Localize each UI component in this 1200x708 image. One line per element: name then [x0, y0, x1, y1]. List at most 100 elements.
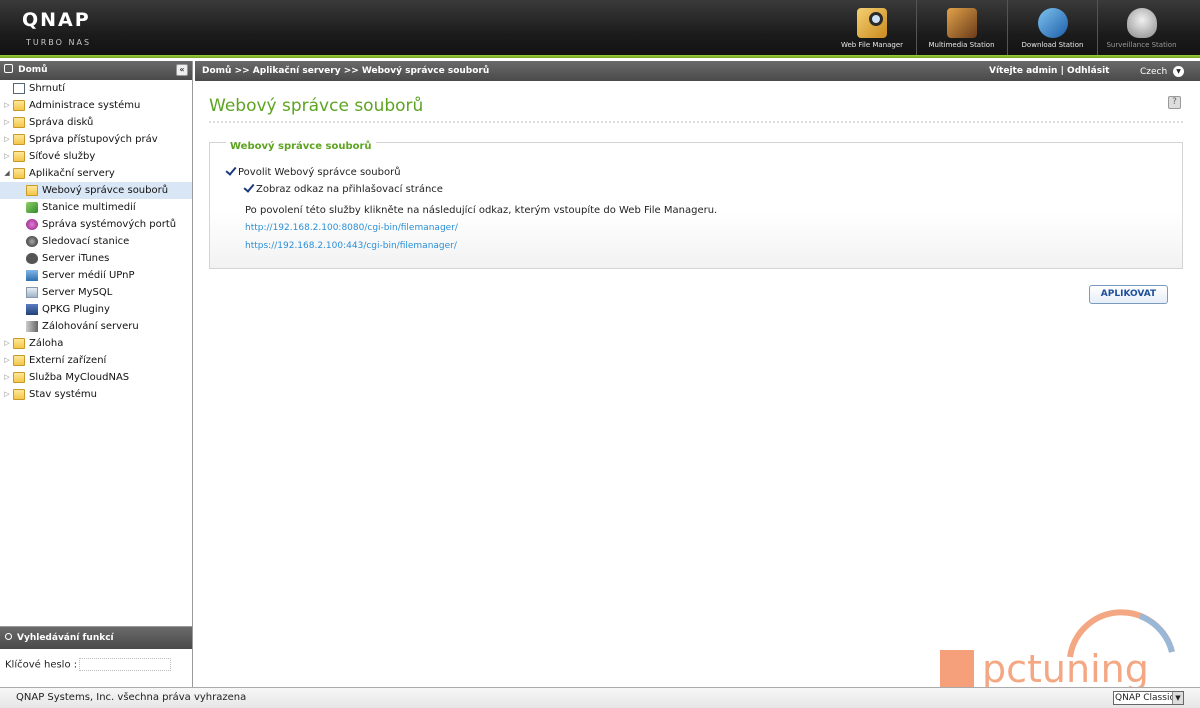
folder-open-icon — [13, 168, 25, 179]
sidebar-item-sitove-sluzby[interactable]: ▷ Síťové služby — [0, 148, 192, 165]
checkmark-icon — [226, 166, 236, 176]
theme-select[interactable]: QNAP Classic ▼ — [1113, 691, 1184, 705]
web-file-manager-button[interactable]: Web File Manager — [836, 0, 908, 55]
sidebar-item-qpkg[interactable]: QPKG Pluginy — [0, 301, 192, 318]
download-station-label: Download Station — [1021, 41, 1084, 49]
sidebar-item-label: QPKG Pluginy — [42, 304, 110, 315]
surveillance-station-button[interactable]: Surveillance Station — [1097, 0, 1185, 55]
http-link[interactable]: http://192.168.2.100:8080/cgi-bin/filema… — [245, 223, 458, 233]
settings-fieldset: Webový správce souborů Povolit Webový sp… — [209, 141, 1183, 269]
sidebar-title: Domů — [18, 65, 48, 75]
sidebar-item-label: Externí zařízení — [29, 355, 107, 366]
sidebar-item-label: Správa přístupových práv — [29, 134, 158, 145]
folder-icon — [13, 134, 25, 145]
backup-server-icon — [26, 321, 38, 332]
download-station-button[interactable]: Download Station — [1007, 0, 1097, 55]
search-icon — [5, 633, 12, 640]
qpkg-icon — [26, 304, 38, 315]
theme-select-value: QNAP Classic — [1115, 693, 1175, 703]
upnp-icon — [26, 270, 38, 281]
breadcrumb[interactable]: Domů >> Aplikační servery >> Webový sprá… — [202, 61, 489, 81]
expand-arrow-icon[interactable]: ▷ — [2, 369, 12, 386]
qnap-logo: QNAP — [22, 9, 91, 31]
title-divider — [209, 121, 1183, 123]
web-file-manager-label: Web File Manager — [840, 41, 904, 49]
sidebar-item-itunes[interactable]: Server iTunes — [0, 250, 192, 267]
apply-button[interactable]: APLIKOVAT — [1089, 285, 1168, 304]
function-search-header: Vyhledávání funkcí — [0, 627, 192, 649]
folder-icon — [13, 389, 25, 400]
language-dropdown-icon[interactable]: ▼ — [1173, 66, 1184, 77]
welcome-separator: | — [1060, 66, 1064, 76]
sidebar-item-summary[interactable]: Shrnutí — [0, 80, 192, 97]
pctuning-watermark: pctuning — [940, 609, 1175, 687]
sidebar-item-upnp[interactable]: Server médií UPnP — [0, 267, 192, 284]
folder-icon — [13, 355, 25, 366]
sidebar-item-label: Sledovací stanice — [42, 236, 130, 247]
sidebar-item-label: Síťové služby — [29, 151, 96, 162]
sidebar-item-administrace[interactable]: ▷ Administrace systému — [0, 97, 192, 114]
sidebar-item-mysql[interactable]: Server MySQL — [0, 284, 192, 301]
enable-label: Povolit Webový správce souborů — [238, 167, 401, 178]
page-title: Webový správce souborů — [209, 96, 424, 116]
keyword-search-input[interactable] — [79, 658, 172, 671]
sidebar-item-label: Stanice multimedií — [42, 202, 136, 213]
logout-link[interactable]: Odhlásit — [1067, 66, 1109, 76]
web-file-manager-icon — [857, 8, 887, 38]
expand-arrow-icon[interactable]: ▷ — [2, 97, 12, 114]
multimedia-station-button[interactable]: Multimedia Station — [916, 0, 1006, 55]
expand-arrow-icon[interactable]: ▷ — [2, 335, 12, 352]
sidebar-item-stav-systemu[interactable]: ▷ Stav systému — [0, 386, 192, 403]
sidebar-item-label: Stav systému — [29, 389, 97, 400]
multimedia-station-icon — [946, 8, 977, 38]
language-label[interactable]: Czech — [1140, 61, 1167, 83]
folder-icon — [13, 100, 25, 111]
sidebar-item-label: Server iTunes — [42, 253, 110, 264]
sidebar-item-mycloudnas[interactable]: ▷ Služba MyCloudNAS — [0, 369, 192, 386]
enable-web-file-manager-checkbox[interactable]: Povolit Webový správce souborů — [226, 166, 401, 178]
home-icon — [4, 64, 13, 73]
sidebar-item-surveillance[interactable]: Sledovací stanice — [0, 233, 192, 250]
folder-icon — [13, 338, 25, 349]
sidebar-item-label: Služba MyCloudNAS — [29, 372, 130, 383]
keyword-label: Klíčové heslo : — [5, 659, 78, 671]
camera-icon — [26, 236, 38, 247]
sidebar-item-multimedia[interactable]: Stanice multimedií — [0, 199, 192, 216]
expand-arrow-icon[interactable]: ▷ — [2, 352, 12, 369]
help-icon[interactable]: ? — [1168, 96, 1181, 109]
collapse-sidebar-button[interactable]: « — [176, 64, 188, 76]
sidebar-item-web-file-manager[interactable]: Webový správce souborů — [0, 182, 192, 199]
port-icon — [26, 219, 38, 230]
sidebar-item-backup-server[interactable]: Zálohování serveru — [0, 318, 192, 335]
expand-arrow-icon[interactable]: ▷ — [2, 114, 12, 131]
sidebar-item-system-ports[interactable]: Správa systémových portů — [0, 216, 192, 233]
copyright-text: QNAP Systems, Inc. všechna práva vyhraze… — [16, 692, 247, 703]
https-link[interactable]: https://192.168.2.100:443/cgi-bin/filema… — [245, 241, 457, 251]
download-station-icon — [1037, 8, 1068, 38]
user-welcome: Vítejte admin | Odhlásit — [989, 61, 1109, 81]
sidebar-item-externi-zarizeni[interactable]: ▷ Externí zařízení — [0, 352, 192, 369]
sidebar-item-pristupova-prava[interactable]: ▷ Správa přístupových práv — [0, 131, 192, 148]
collapse-arrow-icon[interactable]: ◢ — [2, 165, 12, 182]
top-header: QNAP TURBO NAS Web File Manager Multimed… — [0, 0, 1200, 58]
surveillance-station-icon — [1126, 8, 1157, 38]
watermark-text: pctuning — [982, 647, 1149, 687]
chevron-down-icon[interactable]: ▼ — [1172, 692, 1183, 704]
expand-arrow-icon[interactable]: ▷ — [2, 131, 12, 148]
keyword-row: Klíčové heslo : — [0, 649, 192, 671]
show-link-on-login-checkbox[interactable]: Zobraz odkaz na přihlašovací stránce — [244, 183, 443, 195]
sidebar-item-sprava-disku[interactable]: ▷ Správa disků — [0, 114, 192, 131]
folder-icon — [13, 372, 25, 383]
sidebar-header: Domů « — [0, 61, 192, 80]
sidebar-item-label: Záloha — [29, 338, 64, 349]
welcome-text: Vítejte admin — [989, 66, 1058, 76]
folder-open-icon — [26, 185, 38, 196]
sidebar-item-zaloha[interactable]: ▷ Záloha — [0, 335, 192, 352]
sidebar-item-aplikacni-servery[interactable]: ◢ Aplikační servery — [0, 165, 192, 182]
show-link-label: Zobraz odkaz na přihlašovací stránce — [256, 184, 443, 195]
section-title: Webový správce souborů — [226, 141, 376, 152]
folder-icon — [13, 117, 25, 128]
expand-arrow-icon[interactable]: ▷ — [2, 148, 12, 165]
sidebar-item-label: Shrnutí — [29, 83, 65, 94]
expand-arrow-icon[interactable]: ▷ — [2, 386, 12, 403]
